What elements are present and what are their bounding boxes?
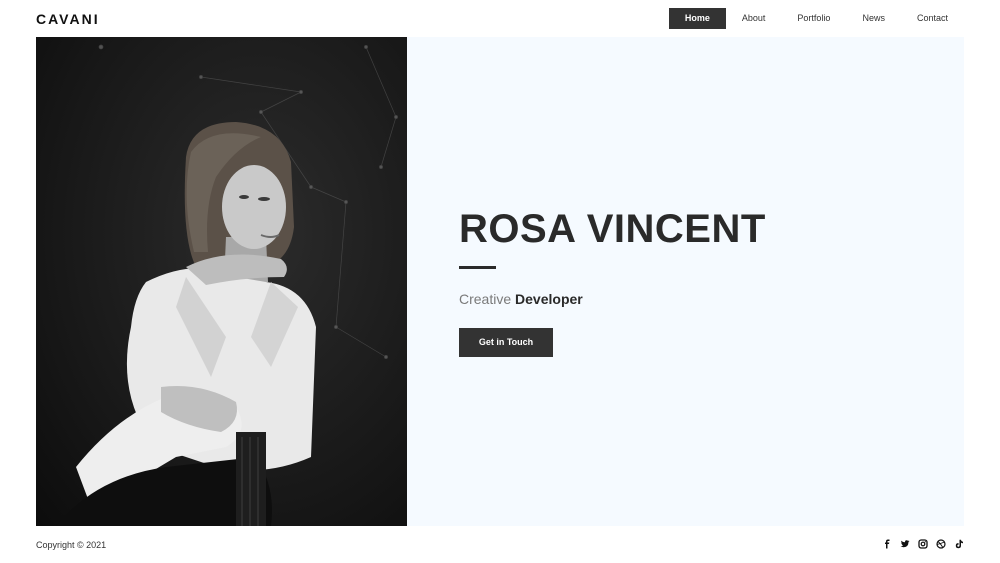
main-nav: Home About Portfolio News Contact xyxy=(668,8,964,29)
hero-section: ROSA VINCENT Creative Developer Get in T… xyxy=(36,37,964,526)
nav-item-home[interactable]: Home xyxy=(668,8,726,29)
nav-item-about[interactable]: About xyxy=(726,8,782,29)
hero-role: Creative Developer xyxy=(459,291,583,307)
hero-content: ROSA VINCENT Creative Developer Get in T… xyxy=(407,37,964,526)
portrait-illustration xyxy=(56,44,398,526)
get-in-touch-button[interactable]: Get in Touch xyxy=(459,328,553,357)
nav-item-news[interactable]: News xyxy=(846,8,901,29)
top-bar: CAVANI Home About Portfolio News Contact xyxy=(0,0,1000,37)
copyright-text: Copyright © 2021 xyxy=(36,540,107,550)
instagram-icon[interactable] xyxy=(918,539,928,549)
role-prefix: Creative xyxy=(459,291,512,307)
hero-name: ROSA VINCENT xyxy=(459,207,766,251)
nav-item-portfolio[interactable]: Portfolio xyxy=(781,8,846,29)
social-links xyxy=(874,539,964,549)
facebook-icon[interactable] xyxy=(882,539,892,549)
dribbble-icon[interactable] xyxy=(936,539,946,549)
hero-divider xyxy=(459,266,496,269)
twitter-icon[interactable] xyxy=(900,539,910,549)
site-logo[interactable]: CAVANI xyxy=(36,11,100,27)
tiktok-icon[interactable] xyxy=(954,539,964,549)
nav-item-contact[interactable]: Contact xyxy=(901,8,964,29)
footer: Copyright © 2021 xyxy=(0,526,1000,563)
role-main: Developer xyxy=(515,291,583,307)
portrait-photo xyxy=(36,37,407,526)
